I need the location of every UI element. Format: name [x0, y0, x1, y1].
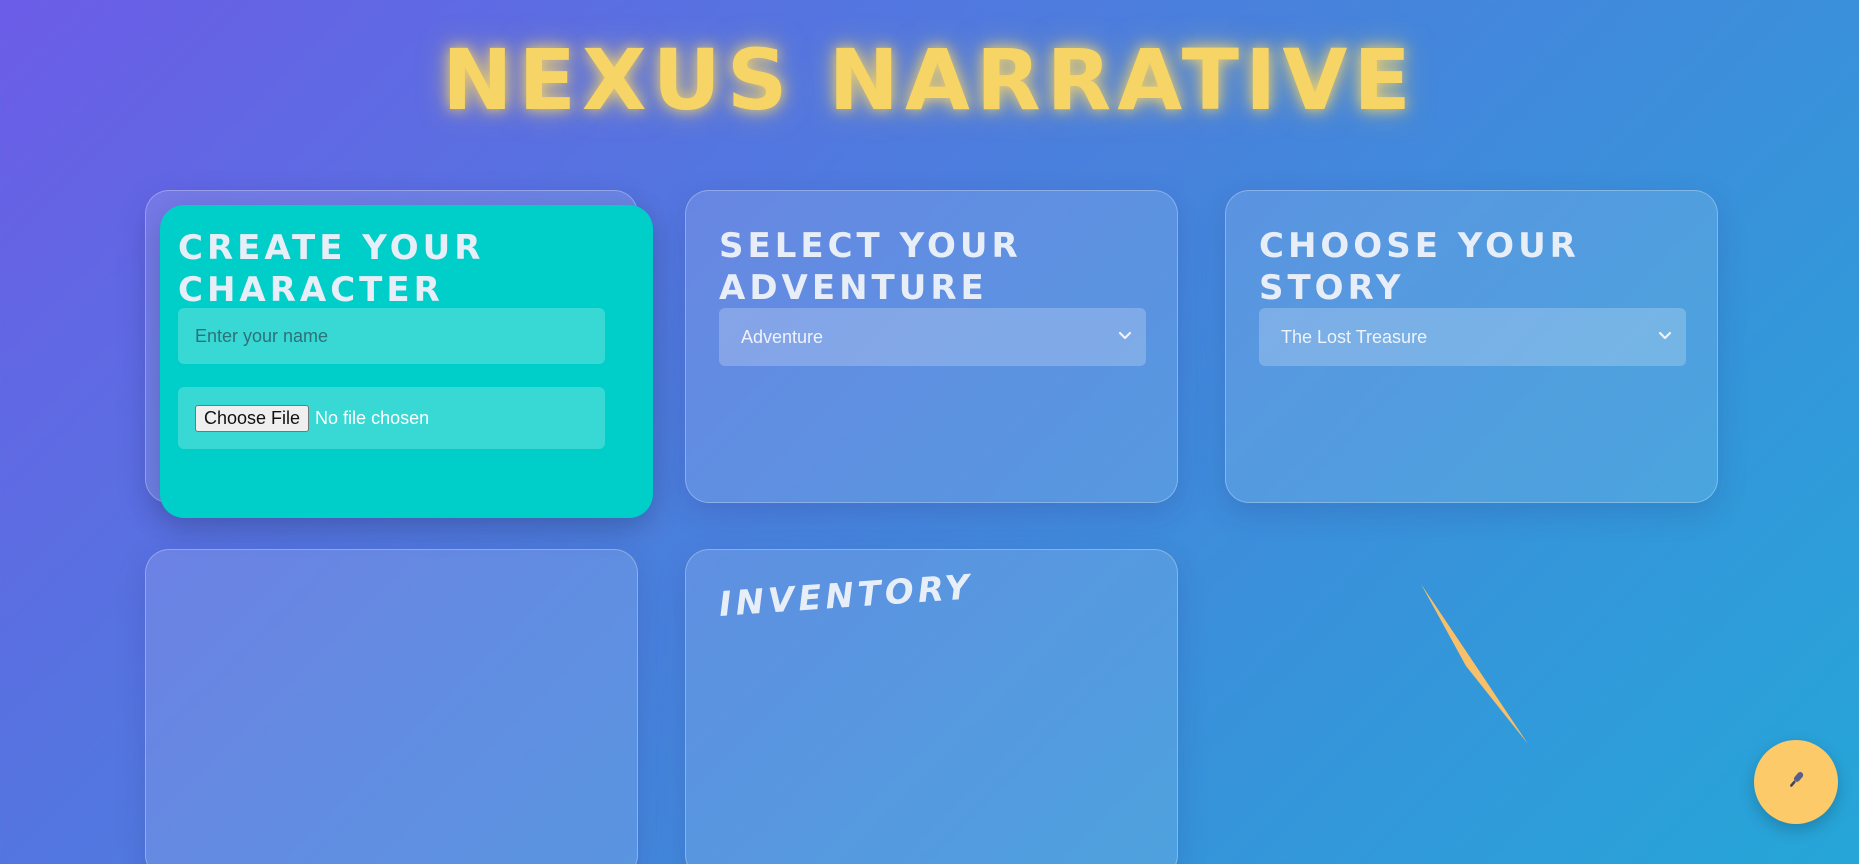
app-title: NEXUS NARRATIVE: [442, 31, 1417, 129]
file-status-text: No file chosen: [315, 407, 430, 428]
shard-decoration: [1421, 584, 1528, 744]
select-adventure-heading: SELECT YOUR ADVENTURE: [719, 226, 1022, 308]
story-select-value: The Lost Treasure: [1281, 326, 1428, 347]
microphone-button[interactable]: [1754, 740, 1838, 824]
inventory-panel: INVENTORY: [685, 549, 1178, 864]
empty-panel: [145, 549, 638, 864]
chevron-down-icon: [1118, 328, 1132, 346]
choose-file-button[interactable]: Choose File: [195, 404, 310, 432]
adventure-select-value: Adventure: [741, 326, 824, 347]
story-select[interactable]: The Lost Treasure: [1259, 308, 1686, 366]
inventory-heading: INVENTORY: [717, 567, 975, 625]
choose-story-panel: CHOOSE YOUR STORY The Lost Treasure: [1225, 190, 1718, 503]
chevron-down-icon: [1658, 328, 1672, 346]
choose-story-heading: CHOOSE YOUR STORY: [1259, 226, 1580, 308]
character-name-input[interactable]: [178, 308, 605, 364]
microphone-icon: [1784, 768, 1808, 796]
adventure-select[interactable]: Adventure: [719, 308, 1146, 366]
create-character-panel[interactable]: CREATE YOUR CHARACTER Choose File No fil…: [160, 205, 653, 518]
select-adventure-panel: SELECT YOUR ADVENTURE Adventure: [685, 190, 1178, 503]
create-character-heading: CREATE YOUR CHARACTER: [178, 228, 485, 310]
avatar-file-field[interactable]: Choose File No file chosen: [178, 387, 605, 449]
